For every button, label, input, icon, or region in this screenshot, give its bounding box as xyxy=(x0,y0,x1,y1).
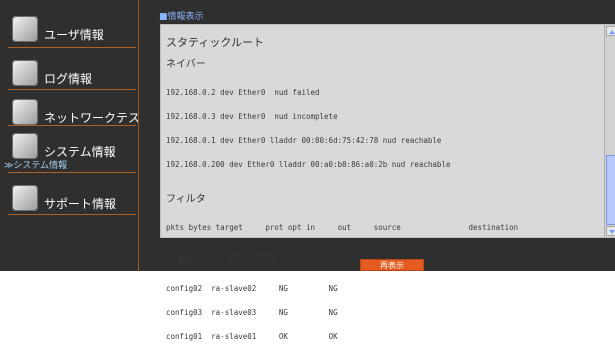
info-panel: スタティックルート ネイバー 192.168.0.2 dev Ether0 nu… xyxy=(160,24,615,341)
filter-header: pkts bytes target prot opt in out source… xyxy=(166,208,601,248)
neighbor-row: 192.168.0.200 dev Ether0 lladdr 00:a0:b0… xyxy=(166,160,451,169)
neighbor-row: 192.168.0.2 dev Ether0 nud failed xyxy=(166,88,320,97)
sidebar-item-log-info[interactable]: ログ情報 xyxy=(0,58,138,90)
static-route-title: スタティックルート xyxy=(166,36,265,49)
refresh-button[interactable]: 再表示 xyxy=(360,259,424,271)
neighbor-row: 192.168.0.3 dev Ether0 nud incomplete xyxy=(166,112,338,121)
neighbor-title: ネイバー xyxy=(166,59,206,70)
app-root: ユーザ情報 ログ情報 ネットワークテスト システム情報 ≫システム情報 サポート… xyxy=(0,0,615,341)
neighbor-row: 192.168.0.1 dev Ether0 lladdr 00:80:6d:7… xyxy=(166,136,442,145)
main-content: ■情報表示 スタティックルート ネイバー 192.168.0.2 dev Eth… xyxy=(139,0,615,341)
sidebar-subitem-system-info[interactable]: ≫システム情報 xyxy=(4,158,67,171)
sidebar-separator xyxy=(8,172,136,173)
sync-table: config02 ra-slave02 NG NG config03 ra-sl… xyxy=(166,269,601,357)
scroll-thumb[interactable] xyxy=(606,155,615,225)
sidebar-separator xyxy=(8,89,136,90)
sync-row: config03 ra-slave03 NG NG xyxy=(166,308,338,317)
scroll-up-icon[interactable] xyxy=(606,26,615,36)
info-panel-content: スタティックルート ネイバー 192.168.0.2 dev Ether0 nu… xyxy=(161,25,601,341)
sidebar: ユーザ情報 ログ情報 ネットワークテスト システム情報 ≫システム情報 サポート… xyxy=(0,0,152,271)
vertical-scrollbar[interactable] xyxy=(604,25,615,237)
sidebar-separator xyxy=(8,47,136,48)
sidebar-separator xyxy=(8,125,136,126)
log-icon xyxy=(12,60,38,86)
sync-row: config01 ra-slave01 OK OK xyxy=(166,332,338,341)
sync-row: config02 ra-slave02 NG NG xyxy=(166,284,338,293)
section-title: ■情報表示 xyxy=(159,12,204,22)
sidebar-item-user-info[interactable]: ユーザ情報 xyxy=(0,14,138,46)
system-icon xyxy=(12,133,38,159)
support-icon xyxy=(12,185,38,211)
scroll-down-icon[interactable] xyxy=(606,226,615,236)
sidebar-separator xyxy=(8,214,136,215)
sidebar-item-support-info[interactable]: サポート情報 xyxy=(0,183,138,215)
network-test-icon xyxy=(12,99,38,125)
filter-title: フィルタ xyxy=(166,194,206,205)
neighbor-list: 192.168.0.2 dev Ether0 nud failed 192.16… xyxy=(166,73,601,185)
filter-header-row: pkts bytes target prot opt in out source… xyxy=(166,223,519,232)
user-icon xyxy=(12,16,38,42)
